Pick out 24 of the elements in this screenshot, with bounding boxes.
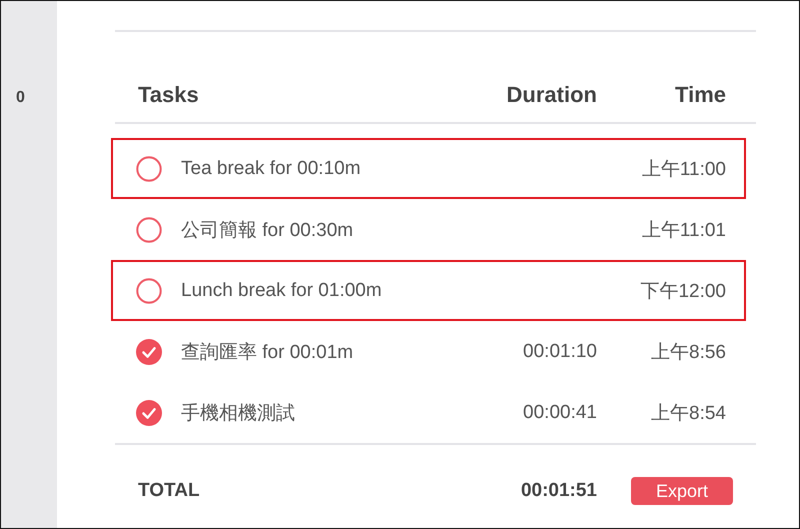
sidebar-count: 0 — [16, 89, 25, 106]
empty-circle-icon[interactable] — [136, 216, 162, 242]
task-name: 查詢匯率 for 00:01m — [181, 340, 354, 364]
task-name: Lunch break for 01:00m — [181, 280, 383, 302]
task-name: Tea break for 00:10m — [181, 158, 362, 180]
time-value: 上午8:54 — [650, 402, 726, 426]
time-value: 上午8:56 — [650, 340, 726, 364]
task-name: 手機相機測試 — [181, 402, 296, 426]
time-value: 上午11:01 — [640, 218, 726, 242]
time-value: 下午12:00 — [639, 280, 726, 304]
duration-value: 00:01:10 — [523, 340, 597, 362]
total-duration: 00:01:51 — [520, 480, 597, 502]
task-name: 公司簡報 for 00:30m — [181, 218, 354, 242]
empty-circle-icon[interactable] — [136, 278, 162, 304]
checked-circle-icon[interactable] — [136, 400, 162, 426]
column-header: Tasks — [138, 82, 200, 108]
empty-circle-icon[interactable] — [136, 156, 162, 182]
time-value: 上午11:00 — [640, 158, 726, 182]
duration-value: 00:00:41 — [523, 402, 597, 422]
checked-circle-icon[interactable] — [136, 338, 162, 364]
total-label: TOTAL — [138, 480, 201, 502]
export-button[interactable]: Export — [631, 477, 733, 505]
column-header: Duration — [506, 82, 597, 108]
column-header: Time — [674, 82, 726, 108]
